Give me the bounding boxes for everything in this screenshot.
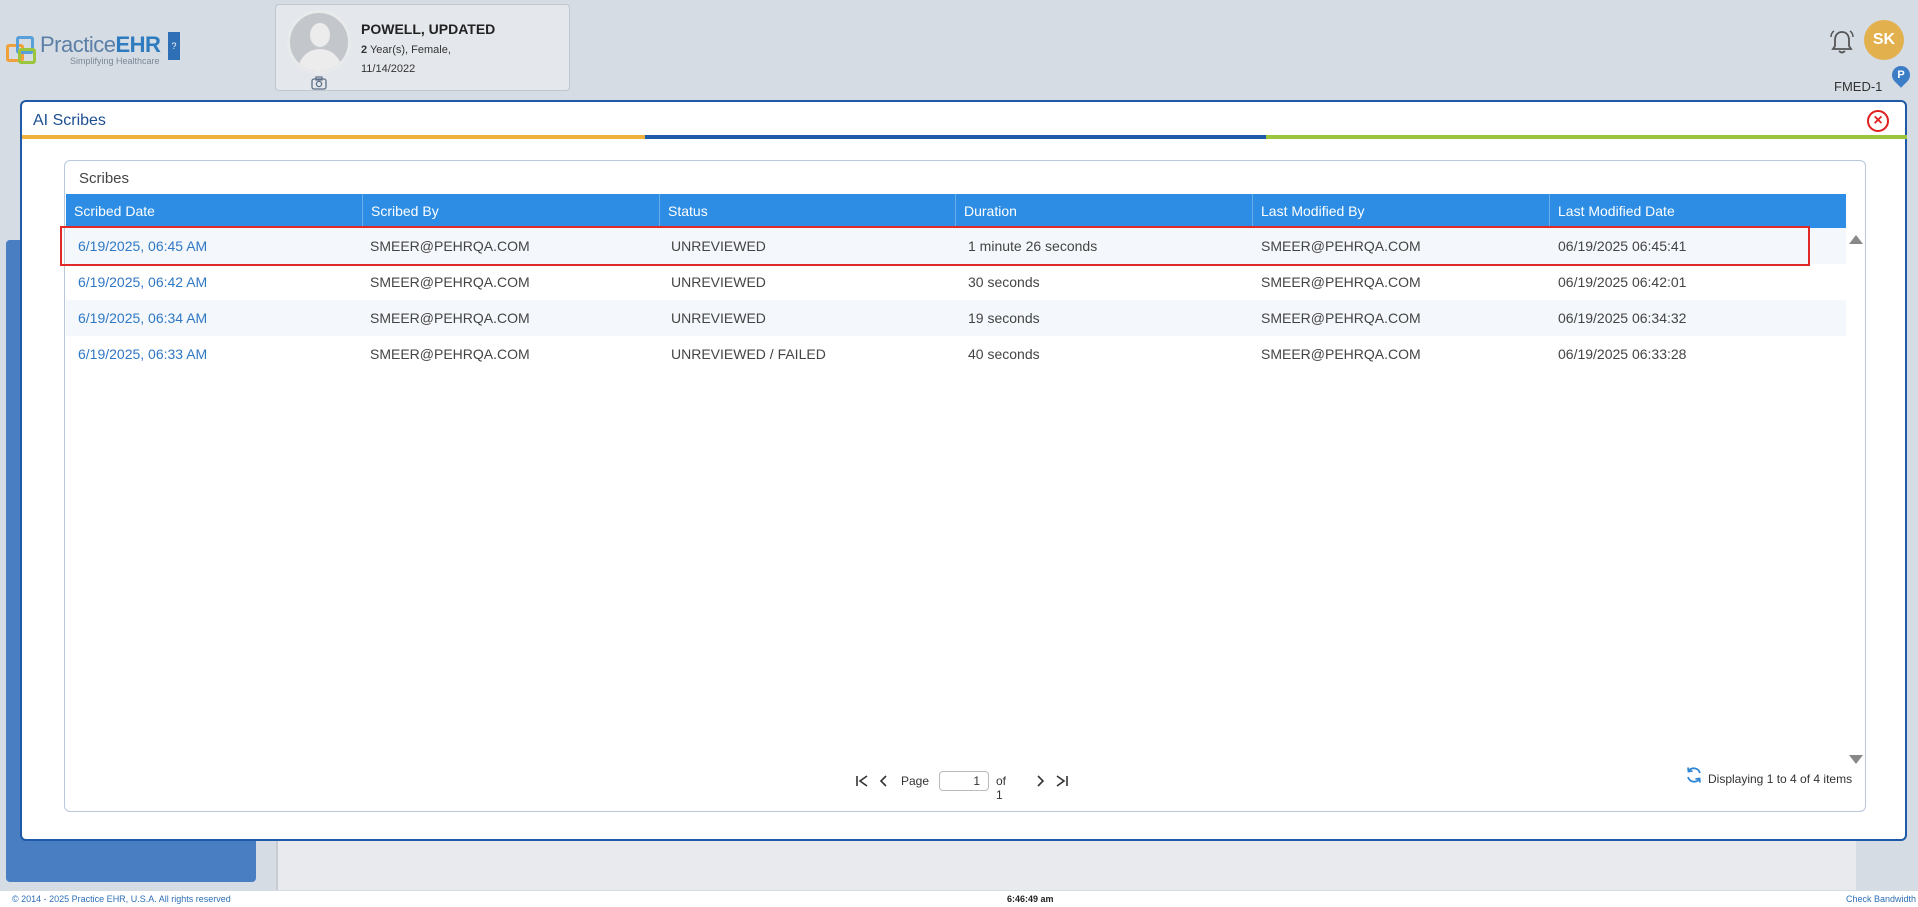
page-label: Page [901,774,930,788]
clock-text: 6:46:49 am [1007,894,1054,904]
scribed-by-cell: SMEER@PEHRQA.COM [370,346,530,362]
scribed-by-cell: SMEER@PEHRQA.COM [370,274,530,290]
last-modified-by-cell: SMEER@PEHRQA.COM [1261,310,1421,326]
next-page-icon[interactable] [1035,770,1045,799]
last-modified-date-cell: 06/19/2025 06:42:01 [1558,274,1687,290]
accent-stripe-orange [22,135,645,139]
first-page-icon[interactable] [855,770,871,799]
page-number-input[interactable] [939,771,989,791]
patient-dob: 11/14/2022 [361,63,416,75]
logo-name: PracticeEHR [40,32,161,57]
patient-age-sex: 2 Year(s), Female, [361,44,451,56]
refresh-icon[interactable] [1685,766,1703,789]
display-count-label: Displaying 1 to 4 of 4 items [1708,772,1853,786]
scribed-by-cell: SMEER@PEHRQA.COM [370,238,530,254]
accent-stripe-green [1266,135,1907,139]
status-cell: UNREVIEWED / FAILED [671,346,826,362]
column-header-status[interactable]: Status [660,194,956,228]
scribed-by-cell: SMEER@PEHRQA.COM [370,310,530,326]
table-row[interactable]: 6/19/2025, 06:34 AM SMEER@PEHRQA.COM UNR… [66,300,1846,336]
column-header-duration[interactable]: Duration [956,194,1253,228]
duration-cell: 19 seconds [968,310,1040,326]
practice-ehr-logo[interactable]: PracticeEHR Simplifying Healthcare ? [4,28,180,70]
notification-bell-icon[interactable] [1828,28,1856,63]
modal-title: AI Scribes [33,112,106,129]
logo-mark-icon [4,34,40,66]
last-modified-date-cell: 06/19/2025 06:33:28 [1558,346,1687,362]
scribed-date-link[interactable]: 6/19/2025, 06:42 AM [78,264,207,300]
page-of-label: of 1 [996,774,1007,802]
last-modified-date-cell: 06/19/2025 06:45:41 [1558,238,1687,254]
column-header-last-modified-date[interactable]: Last Modified Date [1550,194,1846,228]
column-header-last-modified-by[interactable]: Last Modified By [1253,194,1550,228]
table-row[interactable]: 6/19/2025, 06:45 AM SMEER@PEHRQA.COM UNR… [60,226,1846,266]
location-pin-icon[interactable]: P [1888,62,1914,88]
close-icon[interactable]: × [1867,110,1889,132]
footer: © 2014 - 2025 Practice EHR, U.S.A. All r… [0,891,1918,907]
scribed-date-link[interactable]: 6/19/2025, 06:33 AM [78,336,207,372]
status-cell: UNREVIEWED [671,274,766,290]
scribed-date-link[interactable]: 6/19/2025, 06:34 AM [78,300,207,336]
patient-photo-placeholder-icon [287,10,351,74]
status-cell: UNREVIEWED [671,310,766,326]
user-avatar[interactable]: SK [1864,20,1904,60]
location-label[interactable]: FMED-1 [1834,79,1882,94]
duration-cell: 1 minute 26 seconds [968,238,1098,254]
selected-row-highlight [60,226,1810,266]
scroll-down-arrow-icon[interactable] [1849,755,1863,764]
last-page-icon[interactable] [1053,770,1069,799]
patient-card[interactable]: POWELL, UPDATED 2 Year(s), Female, 11/14… [275,4,570,91]
last-modified-by-cell: SMEER@PEHRQA.COM [1261,238,1421,254]
logo-badge[interactable]: ? [168,32,180,60]
ai-scribes-modal: AI Scribes × Scribes Scribed Date Scribe… [20,100,1907,841]
status-cell: UNREVIEWED [671,238,766,254]
column-header-scribed-by[interactable]: Scribed By [363,194,660,228]
scroll-up-arrow-icon[interactable] [1849,235,1863,244]
previous-page-icon[interactable] [879,770,889,799]
check-bandwidth-link[interactable]: Check Bandwidth [1846,894,1916,904]
duration-cell: 40 seconds [968,346,1040,362]
grid-header: Scribed Date Scribed By Status Duration … [66,194,1846,228]
logo-tagline: Simplifying Healthcare [70,56,160,66]
duration-cell: 30 seconds [968,274,1040,290]
top-bar: PracticeEHR Simplifying Healthcare ? POW… [0,0,1918,100]
accent-stripe-blue [645,135,1266,139]
panel-title: Scribes [79,170,130,187]
table-row[interactable]: 6/19/2025, 06:33 AM SMEER@PEHRQA.COM UNR… [66,336,1846,372]
table-row[interactable]: 6/19/2025, 06:42 AM SMEER@PEHRQA.COM UNR… [66,264,1846,300]
last-modified-by-cell: SMEER@PEHRQA.COM [1261,274,1421,290]
camera-icon[interactable] [311,76,327,93]
patient-name: POWELL, UPDATED [361,21,496,37]
column-header-scribed-date[interactable]: Scribed Date [66,194,363,228]
scribes-panel: Scribes Scribed Date Scribed By Status D… [60,160,1866,812]
last-modified-date-cell: 06/19/2025 06:34:32 [1558,310,1687,326]
last-modified-by-cell: SMEER@PEHRQA.COM [1261,346,1421,362]
copyright-text: © 2014 - 2025 Practice EHR, U.S.A. All r… [12,894,231,904]
scribed-date-link[interactable]: 6/19/2025, 06:45 AM [78,228,207,264]
